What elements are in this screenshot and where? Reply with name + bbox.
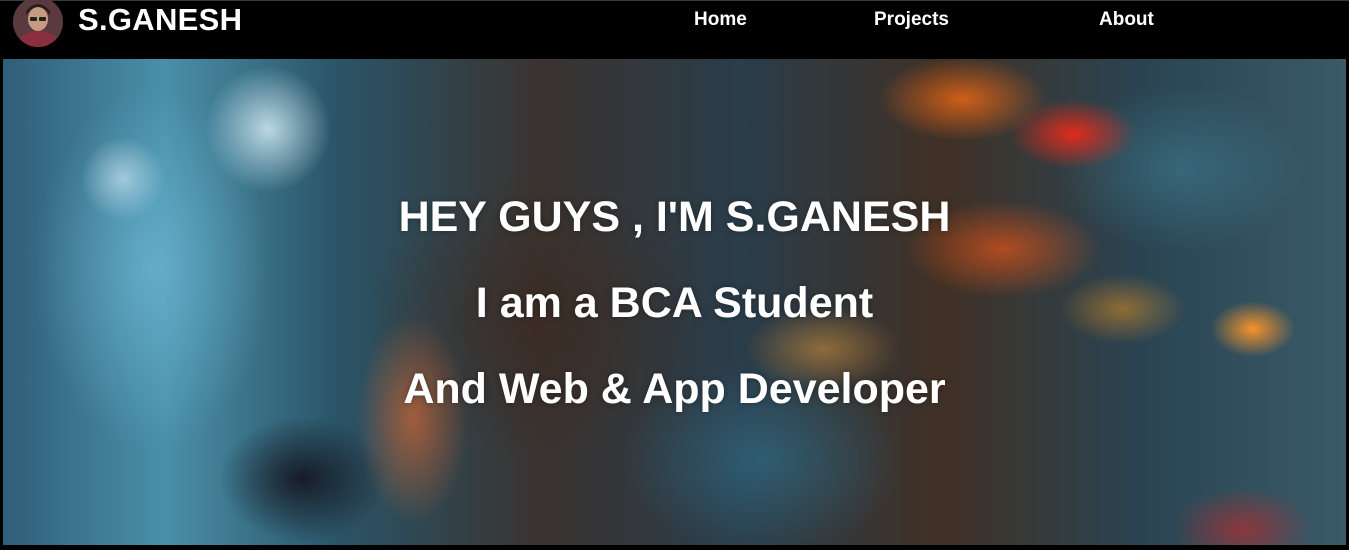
hero-subtitle-developer: And Web & App Developer (403, 365, 946, 413)
avatar[interactable] (13, 0, 63, 47)
nav-link-home[interactable]: Home (694, 9, 747, 31)
nav-link-projects[interactable]: Projects (874, 9, 949, 31)
hero-section: HEY GUYS , I'M S.GANESH I am a BCA Stude… (3, 59, 1346, 545)
hero-subtitle-student: I am a BCA Student (475, 279, 874, 327)
hero-greeting: HEY GUYS , I'M S.GANESH (398, 193, 951, 241)
avatar-image (13, 0, 63, 47)
nav-link-about[interactable]: About (1099, 9, 1154, 31)
site-brand[interactable]: S.GANESH (78, 3, 242, 37)
navbar: S.GANESH Home Projects About (0, 0, 1349, 58)
